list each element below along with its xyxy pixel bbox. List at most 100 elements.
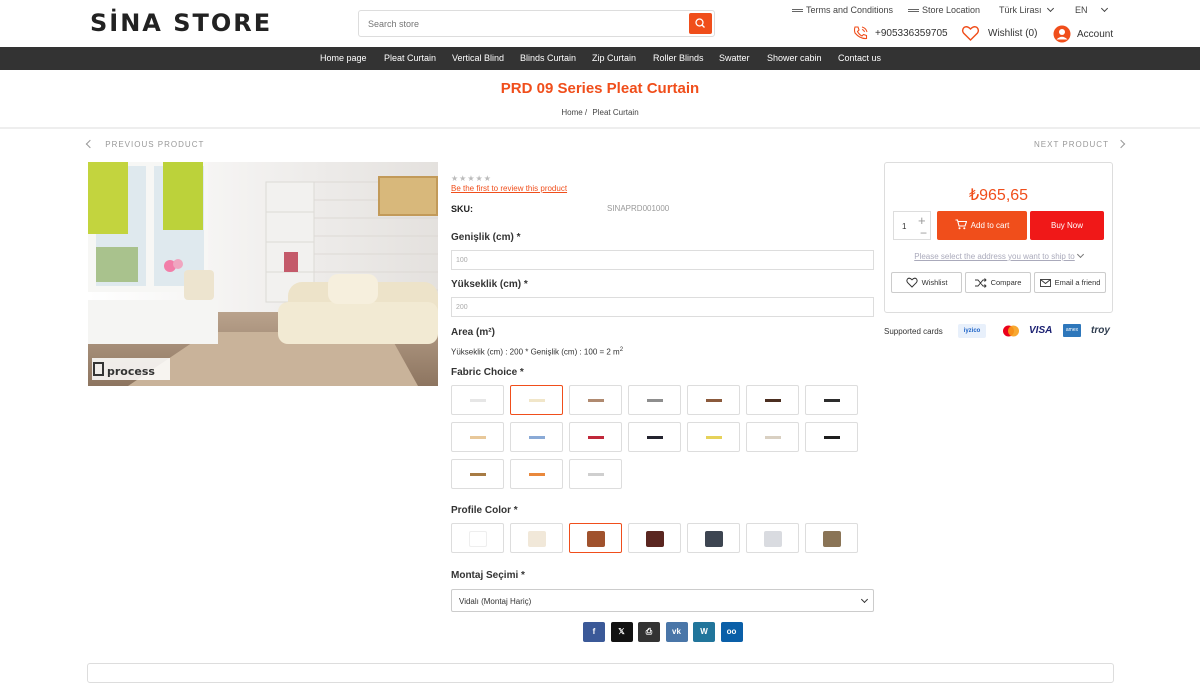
facebook-share-button[interactable]: f [583,622,605,642]
profile-color-swatch[interactable] [746,523,799,553]
fabric-label: Fabric Choice * [451,367,524,378]
nav-item-contact[interactable]: Contact us [838,53,881,63]
chevron-down-icon [1076,250,1084,259]
fabric-swatch[interactable] [569,385,622,415]
phone-icon [853,26,868,40]
fabric-color-chip [824,399,840,402]
breadcrumb-current: Pleat Curtain [592,108,639,117]
fabric-swatch[interactable] [451,385,504,415]
next-product-link[interactable]: NEXT PRODUCT [1034,139,1126,149]
nav-item-swatter[interactable]: Swatter [719,53,750,63]
fabric-swatch[interactable] [569,459,622,489]
fabric-color-chip [470,473,486,476]
image-brand: process [107,365,155,378]
supported-cards-label: Supported cards [884,327,943,336]
add-to-cart-button[interactable]: Add to cart [937,211,1027,240]
product-image[interactable]: process [88,162,438,386]
profile-color-chip [823,531,841,547]
mount-select[interactable]: Vidalı (Montaj Hariç) [451,589,874,612]
buy-box: ₺965,65 1 + − Add to cart Buy Now Please… [884,162,1113,313]
wishlist-button[interactable]: Wishlist [891,272,962,293]
fabric-swatch[interactable] [569,422,622,452]
fabric-swatch[interactable] [687,385,740,415]
buy-now-button[interactable]: Buy Now [1030,211,1104,240]
chevron-down-icon [1046,4,1054,13]
previous-product-link[interactable]: PREVIOUS PRODUCT [85,139,204,149]
nav-item-zip-curtain[interactable]: Zip Curtain [592,53,636,63]
fabric-color-chip [529,436,545,439]
profile-color-swatch[interactable] [569,523,622,553]
fabric-color-chip [588,473,604,476]
product-details-section [87,663,1114,683]
vk-share-button[interactable]: vk [665,622,688,642]
nav-item-shower-cabin[interactable]: Shower cabin [767,53,822,63]
fabric-color-chip [706,399,722,402]
currency-select[interactable]: Türk Lirası [999,4,1054,15]
nav-item-pleat-curtain[interactable]: Pleat Curtain [384,53,436,63]
fabric-swatch[interactable] [451,459,504,489]
fabric-swatch[interactable] [746,422,799,452]
rating-stars: ★★★★★ [451,174,492,183]
nav-item-home[interactable]: Home page [320,53,367,63]
fabric-color-chip [765,399,781,402]
height-input[interactable]: 200 [451,297,874,317]
profile-color-swatch[interactable] [687,523,740,553]
fabric-swatch[interactable] [510,385,563,415]
language-select[interactable]: EN [1075,4,1108,15]
fabric-swatch[interactable] [746,385,799,415]
divider [0,127,1200,129]
fabric-swatch[interactable] [510,459,563,489]
fabric-swatch[interactable] [628,422,681,452]
breadcrumb-home[interactable]: Home [561,108,582,117]
chevron-down-icon [860,595,869,604]
product-price: ₺965,65 [968,187,1029,204]
review-link[interactable]: Be the first to review this product [451,184,567,193]
nav-item-vertical-blind[interactable]: Vertical Blind [452,53,504,63]
profile-color-chip [469,531,487,547]
profile-color-chip [764,531,782,547]
profile-color-chip [705,531,723,547]
account-link[interactable]: Account [1053,25,1113,43]
fabric-swatch[interactable] [687,422,740,452]
nav-item-blinds-curtain[interactable]: Blinds Curtain [520,53,576,63]
fabric-color-chip [647,436,663,439]
nav-item-roller-blinds[interactable]: Roller Blinds [653,53,704,63]
page-title: PRD 09 Series Pleat Curtain [500,80,700,97]
shuffle-icon [974,277,987,288]
profile-color-swatch[interactable] [451,523,504,553]
supported-cards: Supported cards iyzico VISA amex troy [884,322,1113,340]
delicious-share-button[interactable]: oo [720,622,743,642]
width-input[interactable]: 100 [451,250,874,270]
width-label: Genişlik (cm) * [451,232,521,243]
fabric-swatch[interactable] [451,422,504,452]
fabric-swatch[interactable] [805,385,858,415]
compare-button[interactable]: Compare [965,272,1031,293]
profile-color-swatch[interactable] [805,523,858,553]
terms-link[interactable]: Terms and Conditions [792,5,893,15]
search-input[interactable] [359,11,689,36]
twitter-share-button[interactable]: 𝕏 [610,622,633,642]
quantity-input[interactable]: 1 [902,222,906,231]
wordpress-share-button[interactable]: W [693,622,715,642]
shipping-address-link[interactable]: Please select the address you want to sh… [885,250,1112,261]
search-button[interactable] [689,13,712,34]
fabric-swatch[interactable] [628,385,681,415]
user-icon [1053,25,1071,43]
fabric-swatch[interactable] [510,422,563,452]
store-location-link[interactable]: Store Location [908,5,980,15]
envelope-icon [1039,278,1051,287]
wishlist-link[interactable]: Wishlist (0) [961,25,1037,42]
print-share-button[interactable]: ⎙ [638,622,660,642]
search-icon [695,18,705,28]
arrow-icon [792,9,803,13]
fabric-swatch[interactable] [805,422,858,452]
email-friend-button[interactable]: Email a friend [1034,272,1106,293]
profile-color-swatch[interactable] [510,523,563,553]
minus-icon[interactable]: − [920,226,927,240]
height-label: Yükseklik (cm) * [451,279,528,290]
phone-link[interactable]: +905336359705 [852,25,948,41]
store-logo[interactable]: SİNA STORE [90,9,272,37]
profile-color-swatch[interactable] [628,523,681,553]
iyzico-logo: iyzico [958,324,986,338]
heart-icon [961,26,980,41]
